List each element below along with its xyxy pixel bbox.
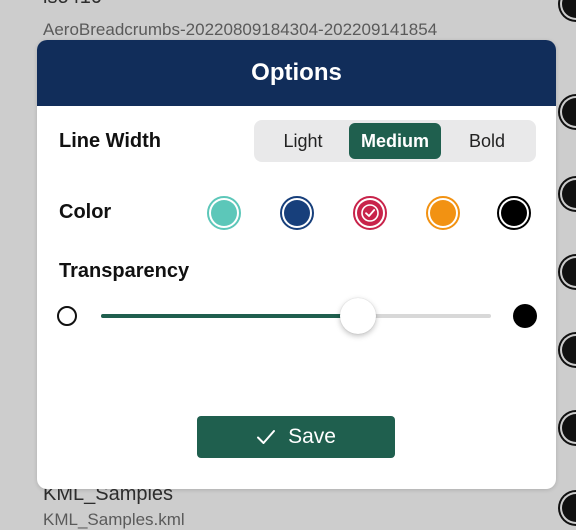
- line-width-label: Line Width: [59, 130, 162, 152]
- transparency-label: Transparency: [59, 260, 190, 282]
- radio-icon[interactable]: [562, 98, 576, 126]
- slider-thumb[interactable]: [340, 298, 376, 334]
- radio-icon[interactable]: [562, 414, 576, 442]
- opaque-circle-icon: [57, 306, 77, 326]
- line-width-segmented-control: Light Medium Bold: [254, 120, 536, 162]
- slider-track-fill: [101, 314, 358, 318]
- color-swatch-crimson[interactable]: [353, 196, 387, 230]
- dialog-header: Options: [37, 40, 556, 106]
- radio-icon[interactable]: [562, 180, 576, 208]
- radio-icon[interactable]: [562, 336, 576, 364]
- filled-circle-icon: [513, 304, 537, 328]
- color-swatch-orange[interactable]: [426, 196, 460, 230]
- list-item-subtitle: KML_Samples.kml: [43, 510, 185, 529]
- segment-medium[interactable]: Medium: [349, 123, 441, 159]
- save-label: Save: [288, 425, 336, 448]
- checkmark-icon: [361, 204, 379, 222]
- color-label: Color: [59, 201, 112, 223]
- dialog-title: Options: [251, 59, 342, 86]
- list-item-title: iso410: [43, 0, 102, 9]
- radio-icon[interactable]: [562, 0, 576, 18]
- options-dialog: Options Line Width Light Medium Bold Col…: [37, 40, 556, 489]
- checkmark-icon: [257, 430, 276, 444]
- save-button[interactable]: Save: [197, 416, 395, 458]
- radio-icon[interactable]: [562, 258, 576, 286]
- radio-icon[interactable]: [562, 494, 576, 522]
- list-item-subtitle: AeroBreadcrumbs-20220809184304-202209141…: [43, 20, 438, 39]
- segment-bold[interactable]: Bold: [441, 123, 533, 159]
- slider-track[interactable]: [101, 298, 491, 334]
- color-swatch-black[interactable]: [497, 196, 531, 230]
- transparency-slider[interactable]: [57, 298, 537, 338]
- color-swatch-teal[interactable]: [207, 196, 241, 230]
- color-swatch-navy[interactable]: [280, 196, 314, 230]
- segment-light[interactable]: Light: [257, 123, 349, 159]
